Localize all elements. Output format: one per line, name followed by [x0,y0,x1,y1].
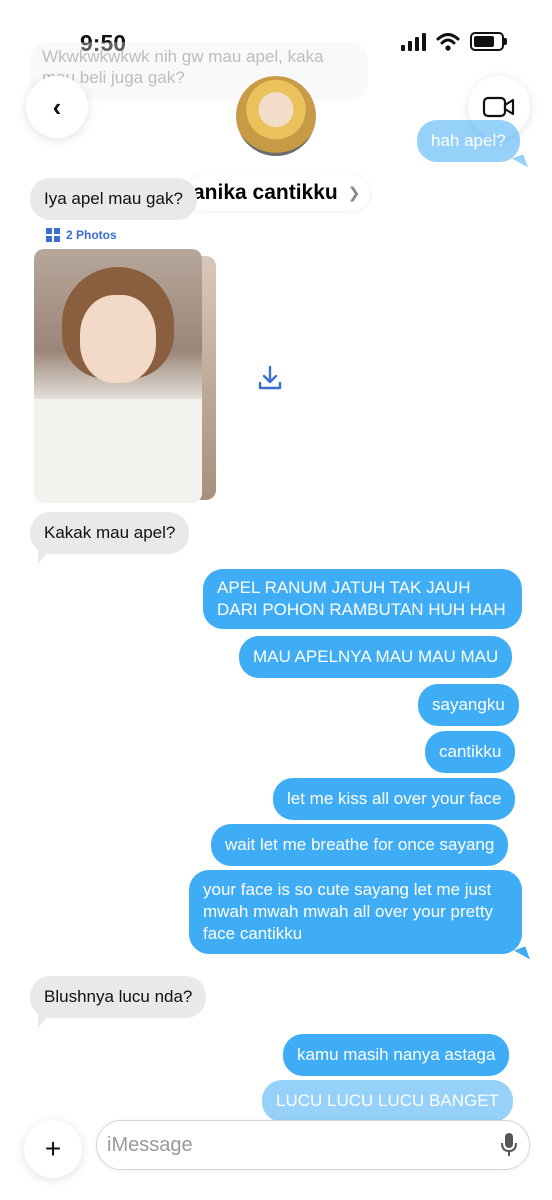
contact-name-pill[interactable]: anika cantikku ❯ [187,175,371,211]
status-icons [401,32,507,51]
message-incoming[interactable]: Blushnya lucu nda? [30,976,207,1028]
message-outgoing[interactable]: let me kiss all over your face [273,778,516,820]
microphone-icon[interactable] [500,1132,518,1158]
contact-avatar[interactable] [236,76,316,156]
download-icon [258,365,282,390]
message-outgoing[interactable]: APEL RANUM JATUH TAK JAUH DARI POHON RAM… [203,569,522,629]
battery-icon [470,32,507,51]
plus-icon: + [44,1133,62,1164]
signal-icon [401,32,426,51]
download-button[interactable] [256,364,284,397]
add-attachment-button[interactable]: + [24,1120,82,1178]
photos-label[interactable]: 2 Photos [46,228,117,242]
video-camera-icon [482,96,515,118]
grid-icon [46,228,60,242]
message-incoming[interactable]: Iya apel mau gak? [30,178,197,220]
message-outgoing[interactable]: wait let me breathe for once sayang [211,824,509,866]
compose-bar: + [0,1110,552,1200]
wifi-icon [436,32,460,51]
message-outgoing[interactable]: cantikku [425,731,516,773]
chevron-left-icon: ‹ [52,91,62,122]
message-incoming[interactable]: Kakak mau apel? [30,512,190,564]
back-button[interactable]: ‹ [26,76,88,138]
photo-thumbnail[interactable] [34,249,202,503]
contact-name: anika cantikku [193,181,338,204]
message-outgoing[interactable]: hah apel? [417,120,520,162]
imessage-input[interactable] [96,1120,530,1170]
chevron-right-icon: ❯ [347,185,361,202]
message-outgoing[interactable]: kamu masih nanya astaga [283,1034,510,1076]
message-outgoing[interactable]: sayangku [418,684,519,726]
message-outgoing[interactable]: your face is so cute sayang let me just … [189,870,522,954]
message-outgoing[interactable]: MAU APELNYA MAU MAU MAU [239,636,513,678]
